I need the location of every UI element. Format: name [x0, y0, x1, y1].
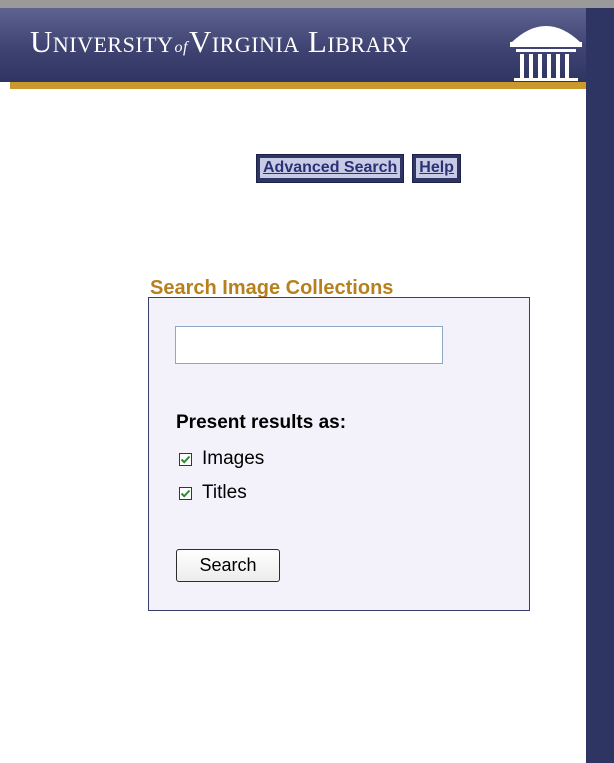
- header-bar: UNIVERSITYofVIRGINIA LIBRARY: [0, 8, 586, 82]
- header-gold-rule: [10, 82, 586, 89]
- search-input[interactable]: [175, 326, 443, 364]
- checkmark-icon: [180, 489, 191, 498]
- advanced-search-label: Advanced Search: [260, 158, 401, 178]
- top-nav-links: Advanced Search Help: [256, 154, 461, 183]
- search-button[interactable]: Search: [176, 549, 280, 582]
- rotunda-icon: [510, 26, 582, 81]
- images-option-label: Images: [202, 448, 265, 469]
- library-logo[interactable]: UNIVERSITYofVIRGINIA LIBRARY: [30, 24, 412, 60]
- help-label: Help: [416, 158, 457, 178]
- images-checkbox[interactable]: [179, 452, 192, 466]
- images-option[interactable]: Images: [179, 448, 264, 470]
- right-sidebar: [586, 8, 614, 763]
- site-header: UNIVERSITYofVIRGINIA LIBRARY: [0, 0, 614, 90]
- titles-option[interactable]: Titles: [179, 482, 247, 504]
- search-box: Present results as: Images Titles Search: [148, 297, 530, 611]
- titles-checkbox[interactable]: [179, 486, 192, 500]
- titles-option-label: Titles: [202, 482, 247, 503]
- present-results-label: Present results as:: [176, 412, 347, 433]
- checkmark-icon: [180, 455, 191, 464]
- advanced-search-link[interactable]: Advanced Search: [256, 154, 405, 183]
- header-top-line: [0, 0, 614, 8]
- help-link[interactable]: Help: [412, 154, 461, 183]
